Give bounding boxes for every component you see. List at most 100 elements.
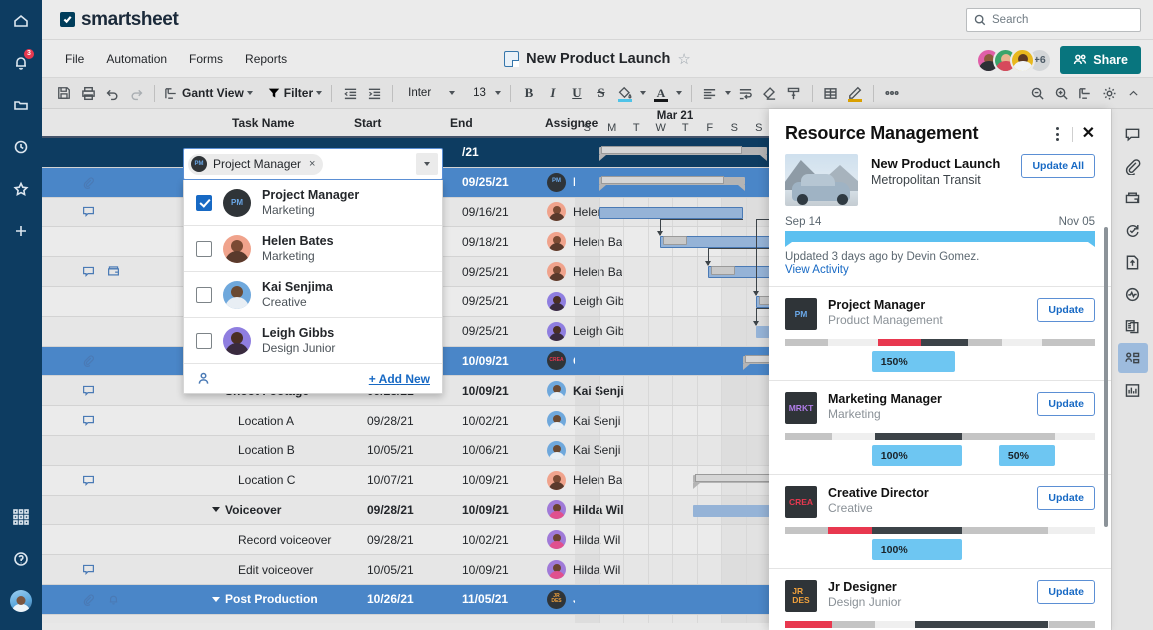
avatar[interactable]	[1010, 48, 1035, 73]
menu-item-file[interactable]: File	[56, 47, 93, 71]
task-name-cell[interactable]: Location C	[212, 473, 367, 487]
end-date-cell[interactable]: 10/09/21	[462, 354, 547, 368]
update-all-button[interactable]: Update All	[1021, 154, 1095, 178]
text-color-caret[interactable]	[673, 81, 685, 105]
collapse-toggle-icon[interactable]	[212, 507, 220, 512]
column-header-task-name[interactable]: Task Name	[232, 116, 294, 130]
reports-chart-icon[interactable]	[1118, 375, 1148, 405]
assignee-option[interactable]: PMProject ManagerMarketing	[184, 180, 442, 226]
gantt-bar[interactable]	[599, 177, 745, 185]
update-button[interactable]: Update	[1037, 580, 1095, 604]
task-name-cell[interactable]: Post Production	[212, 592, 367, 606]
add-new-assignee-link[interactable]: + Add New	[369, 372, 430, 386]
end-date-cell[interactable]: 09/25/21	[462, 265, 547, 279]
end-date-cell[interactable]: 11/05/21	[462, 592, 547, 606]
align-caret[interactable]	[722, 81, 734, 105]
help-icon[interactable]	[0, 538, 42, 580]
assignee-option-checkbox[interactable]	[196, 333, 212, 349]
home-icon[interactable]	[0, 0, 42, 42]
gantt-bar[interactable]	[599, 207, 743, 219]
assignee-option[interactable]: Kai SenjimaCreative	[184, 272, 442, 318]
row-indicator-icons[interactable]	[82, 474, 212, 487]
account-avatar[interactable]	[0, 580, 42, 622]
end-date-cell[interactable]: 10/06/21	[462, 443, 547, 457]
zoom-in-icon[interactable]	[1049, 81, 1073, 105]
wrap-text-icon[interactable]	[734, 81, 758, 105]
attachments-icon[interactable]	[1118, 151, 1148, 181]
summary-icon[interactable]	[1118, 311, 1148, 341]
end-date-cell[interactable]: 10/09/21	[462, 384, 547, 398]
start-date-cell[interactable]: 10/05/21	[367, 563, 452, 577]
menu-item-forms[interactable]: Forms	[180, 47, 232, 71]
conversations-icon[interactable]	[1118, 119, 1148, 149]
update-requests-icon[interactable]	[1118, 215, 1148, 245]
smartsheet-logo[interactable]: smartsheet	[60, 9, 178, 31]
align-left-icon[interactable]	[698, 81, 722, 105]
browse-folder-icon[interactable]	[0, 84, 42, 126]
underline-button[interactable]: U	[565, 81, 589, 105]
recents-clock-icon[interactable]	[0, 126, 42, 168]
update-button[interactable]: Update	[1037, 486, 1095, 510]
cell-borders-icon[interactable]	[819, 81, 843, 105]
clear-format-icon[interactable]	[758, 81, 782, 105]
row-indicator-icons[interactable]	[82, 593, 212, 606]
bold-button[interactable]: B	[517, 81, 541, 105]
outdent-icon[interactable]	[338, 81, 362, 105]
end-date-cell[interactable]: /21	[462, 145, 547, 159]
view-activity-link[interactable]: View Activity	[769, 263, 1111, 286]
panel-scrollbar[interactable]	[1104, 227, 1108, 527]
view-selector[interactable]: Gantt View	[161, 86, 256, 101]
print-icon[interactable]	[76, 81, 100, 105]
assignee-option-checkbox[interactable]	[196, 195, 212, 211]
assignee-option[interactable]: Leigh GibbsDesign Junior	[184, 318, 442, 364]
more-options-icon[interactable]	[880, 81, 904, 105]
end-date-cell[interactable]: 09/25/21	[462, 324, 547, 338]
start-date-cell[interactable]: 09/28/21	[367, 533, 452, 547]
font-size-selector[interactable]: 13	[464, 85, 504, 101]
end-date-cell[interactable]: 09/16/21	[462, 205, 547, 219]
end-date-cell[interactable]: 10/09/21	[462, 473, 547, 487]
assignee-dropdown-toggle[interactable]	[416, 153, 438, 175]
task-name-cell[interactable]: Location A	[212, 414, 367, 428]
end-date-cell[interactable]: 10/09/21	[462, 563, 547, 577]
horizontal-scrollbar[interactable]	[42, 623, 782, 630]
task-name-cell[interactable]: Edit voiceover	[212, 563, 367, 577]
conditional-format-icon[interactable]	[843, 81, 867, 105]
save-icon[interactable]	[52, 81, 76, 105]
search-input[interactable]: Search	[966, 8, 1141, 32]
row-indicator-icons[interactable]	[82, 563, 212, 576]
font-family-selector[interactable]: Inter	[399, 85, 458, 101]
create-plus-icon[interactable]	[0, 210, 42, 252]
share-button[interactable]: Share	[1060, 46, 1141, 74]
task-name-cell[interactable]: Voiceover	[212, 503, 367, 517]
collapse-toolbar-icon[interactable]	[1121, 81, 1145, 105]
update-button[interactable]: Update	[1037, 392, 1095, 416]
gear-icon[interactable]	[1097, 81, 1121, 105]
indent-icon[interactable]	[362, 81, 386, 105]
start-date-cell[interactable]: 10/26/21	[367, 592, 452, 606]
strikethrough-button[interactable]: S	[589, 81, 613, 105]
assignee-option[interactable]: Helen BatesMarketing	[184, 226, 442, 272]
undo-icon[interactable]	[100, 81, 124, 105]
start-date-cell[interactable]: 09/28/21	[367, 414, 452, 428]
fill-color-caret[interactable]	[637, 81, 649, 105]
fill-color-button[interactable]	[613, 81, 637, 105]
assignee-option-checkbox[interactable]	[196, 241, 212, 257]
end-date-cell[interactable]: 10/02/21	[462, 533, 547, 547]
remove-assignee-icon[interactable]: ×	[309, 158, 315, 170]
gantt-settings-icon[interactable]	[1073, 81, 1097, 105]
start-date-cell[interactable]: 10/07/21	[367, 473, 452, 487]
favorites-star-icon[interactable]	[0, 168, 42, 210]
end-date-cell[interactable]: 10/09/21	[462, 503, 547, 517]
collaborator-avatars[interactable]: +6	[976, 48, 1052, 73]
italic-button[interactable]: I	[541, 81, 565, 105]
task-name-cell[interactable]: Record voiceover	[212, 533, 367, 547]
gantt-bar[interactable]	[599, 147, 767, 155]
assignee-input[interactable]: PM Project Manager ×	[183, 148, 443, 180]
end-date-cell[interactable]: 09/25/21	[462, 175, 547, 189]
activity-log-icon[interactable]	[1118, 279, 1148, 309]
notifications-icon[interactable]: 3	[0, 42, 42, 84]
start-date-cell[interactable]: 09/28/21	[367, 503, 452, 517]
end-date-cell[interactable]: 09/25/21	[462, 294, 547, 308]
start-date-cell[interactable]: 10/05/21	[367, 443, 452, 457]
